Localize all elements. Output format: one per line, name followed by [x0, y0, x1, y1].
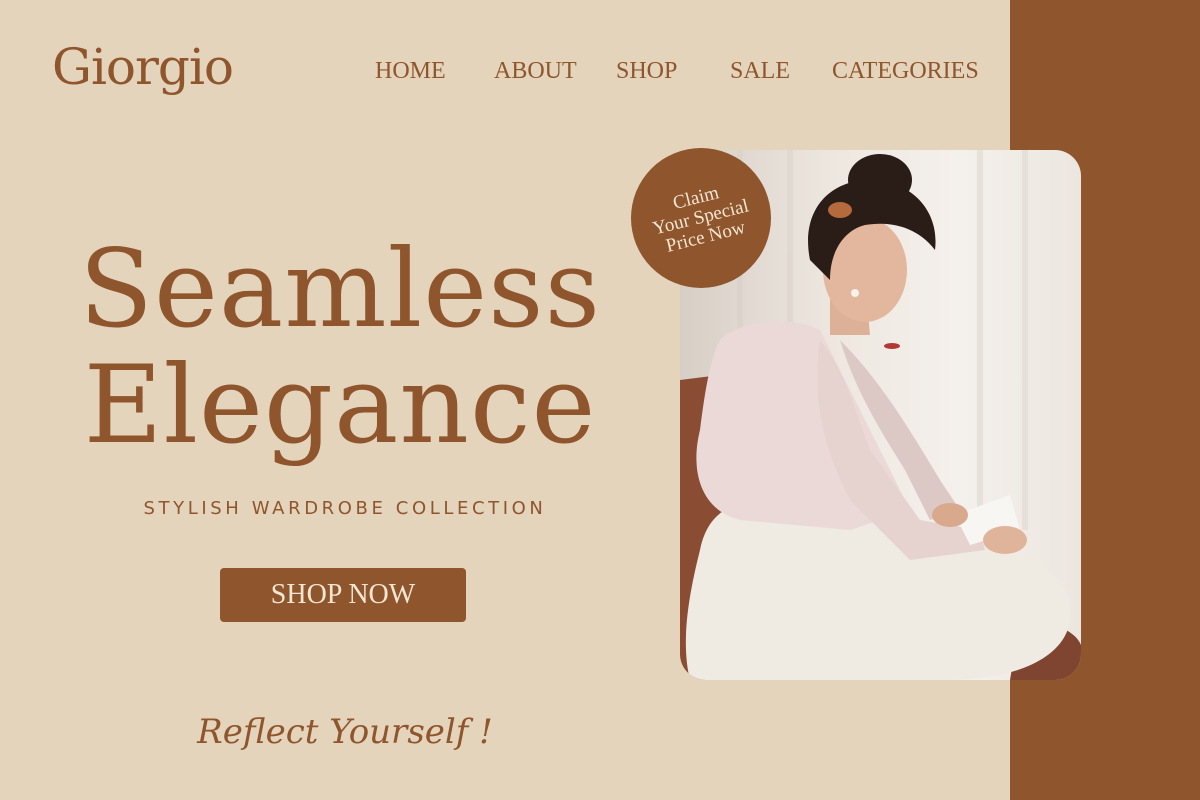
- nav-home[interactable]: HOME: [375, 58, 446, 85]
- hero-headline-line1: Seamless: [78, 227, 601, 352]
- nav-categories[interactable]: CATEGORIES: [832, 58, 979, 85]
- special-price-badge[interactable]: Claim Your Special Price Now: [631, 148, 771, 288]
- nav-shop[interactable]: SHOP: [616, 58, 677, 85]
- shop-now-button[interactable]: SHOP NOW: [220, 568, 466, 622]
- main-navigation: HOME ABOUT SHOP SALE CATEGORIES: [0, 58, 1000, 88]
- tagline: Reflect Yourself !: [197, 712, 493, 752]
- hero-subtitle: STYLISH WARDROBE COLLECTION: [143, 498, 547, 519]
- nav-sale[interactable]: SALE: [730, 58, 790, 85]
- hero-headline-line2: Elegance: [83, 343, 597, 468]
- nav-about[interactable]: ABOUT: [494, 58, 577, 85]
